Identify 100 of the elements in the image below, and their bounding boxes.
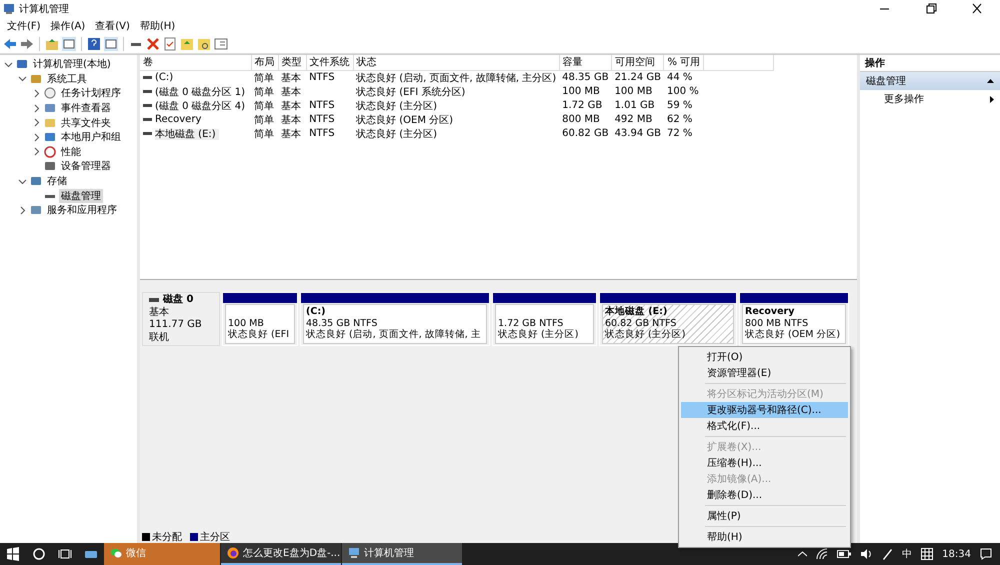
column-header[interactable]: 布局 bbox=[251, 55, 278, 70]
task-view-icon[interactable] bbox=[58, 547, 72, 561]
collapse-icon bbox=[987, 79, 994, 83]
table-cell: 72 % bbox=[666, 128, 692, 139]
disk-name: 磁盘 0 bbox=[163, 294, 194, 306]
context-menu-item[interactable]: 更改驱动器号和路径(C)... bbox=[681, 402, 848, 418]
expand-chevron-icon[interactable] bbox=[32, 132, 41, 142]
chevron-up-icon[interactable] bbox=[798, 551, 808, 557]
menu-item[interactable]: 帮助(H) bbox=[140, 19, 176, 33]
column-header[interactable]: % 可用 bbox=[664, 55, 704, 70]
app-icon bbox=[3, 3, 15, 15]
start-icon[interactable] bbox=[6, 547, 20, 561]
partition-size: 800 MB NTFS bbox=[745, 318, 810, 329]
table-cell: NTFS bbox=[309, 114, 335, 125]
collapse-chevron-icon[interactable] bbox=[18, 176, 27, 186]
table-cell: 100 % bbox=[666, 86, 699, 97]
column-header[interactable]: 状态 bbox=[353, 55, 560, 70]
tree-item[interactable]: 共享文件夹 bbox=[59, 116, 113, 130]
partition-status: 状态良好 (OEM 分区) bbox=[745, 329, 842, 340]
table-cell: 100 MB bbox=[562, 86, 600, 97]
tree-item[interactable]: 服务和应用程序 bbox=[45, 203, 119, 218]
table-cell: 基本 bbox=[281, 86, 302, 98]
partition-block[interactable]: 1.72 GB NTFS 状态良好 (主分区) bbox=[492, 292, 597, 346]
menu-item[interactable]: 文件(F) bbox=[7, 19, 41, 33]
table-cell: 简单 bbox=[254, 86, 274, 98]
partition-block[interactable]: 本地磁盘 (E:) 60.82 GB NTFS 状态良好 (主分区) bbox=[599, 292, 737, 346]
expand-chevron-icon[interactable] bbox=[32, 118, 41, 128]
notification-icon[interactable] bbox=[980, 548, 992, 560]
context-menu-item[interactable]: 帮助(H) bbox=[681, 529, 848, 545]
table-cell: 简单 bbox=[254, 100, 274, 112]
context-menu-item[interactable]: 属性(P) bbox=[681, 508, 848, 524]
collapse-chevron-icon[interactable] bbox=[4, 60, 13, 69]
volume-name[interactable]: (磁盘 0 磁盘分区 4) bbox=[155, 100, 248, 112]
tree-item[interactable]: 性能 bbox=[59, 144, 83, 159]
volume-name[interactable]: 本地磁盘 (E:) bbox=[155, 128, 219, 140]
tree-item[interactable]: 设备管理器 bbox=[59, 159, 113, 174]
column-header[interactable]: 容量 bbox=[559, 55, 612, 70]
tree-item[interactable]: 本地用户和组 bbox=[59, 130, 123, 144]
table-cell: 492 MB bbox=[614, 114, 652, 125]
actions-section[interactable]: 磁盘管理 bbox=[860, 72, 1000, 90]
console-tree-icon[interactable] bbox=[62, 36, 76, 50]
disk-status: 联机 bbox=[149, 332, 170, 344]
battery-icon[interactable] bbox=[837, 549, 852, 559]
partition-title: (C:) bbox=[306, 306, 326, 318]
search-icon[interactable] bbox=[32, 547, 46, 561]
pen-icon[interactable] bbox=[881, 548, 894, 560]
expand-chevron-icon[interactable] bbox=[18, 206, 27, 215]
context-menu-item[interactable]: 打开(O) bbox=[681, 349, 848, 365]
panel-icon[interactable] bbox=[104, 36, 118, 50]
clock-time[interactable]: 18:34 bbox=[942, 548, 971, 560]
clock-icon bbox=[44, 87, 56, 100]
expand-chevron-icon[interactable] bbox=[32, 88, 41, 98]
context-menu-item[interactable]: 资源管理器(E) bbox=[681, 365, 848, 381]
context-menu-item[interactable]: 压缩卷(H)... bbox=[681, 455, 848, 471]
volume-name[interactable]: (C:) bbox=[155, 72, 176, 83]
tree-item[interactable]: 存储 bbox=[45, 174, 69, 188]
tree-item[interactable]: 事件查看器 bbox=[59, 101, 113, 116]
column-header[interactable]: 可用空间 bbox=[612, 55, 664, 70]
chat-bubble-icon bbox=[110, 547, 122, 559]
column-header[interactable]: 类型 bbox=[278, 55, 306, 70]
menu-item[interactable]: 查看(V) bbox=[95, 19, 130, 33]
taskbar-app[interactable]: 微信 bbox=[104, 543, 220, 565]
action-item[interactable]: 更多操作 bbox=[860, 90, 1000, 108]
menu-item[interactable]: 操作(A) bbox=[50, 19, 86, 33]
volume-name[interactable]: Recovery bbox=[155, 114, 204, 125]
taskbar-app[interactable]: 怎么更改E盘为D盘-... bbox=[221, 543, 341, 565]
checklist-icon[interactable] bbox=[163, 36, 177, 50]
tree-item[interactable]: 系统工具 bbox=[45, 72, 89, 86]
delete-icon[interactable] bbox=[146, 36, 160, 50]
folder-up-icon[interactable] bbox=[45, 36, 59, 50]
tree-item[interactable]: 任务计划程序 bbox=[59, 86, 123, 100]
folder-search-icon[interactable] bbox=[197, 36, 211, 50]
volume-icon[interactable] bbox=[860, 548, 872, 560]
taskbar-app[interactable]: 计算机管理 bbox=[342, 543, 462, 565]
folder-upload-icon[interactable] bbox=[180, 36, 194, 50]
collapse-chevron-icon[interactable] bbox=[18, 74, 27, 84]
grid-icon[interactable] bbox=[921, 548, 934, 560]
browser-icon bbox=[227, 547, 239, 559]
input-method-indicator[interactable]: 中 bbox=[902, 547, 912, 561]
table-cell: 简单 bbox=[254, 114, 274, 126]
forward-icon[interactable] bbox=[20, 36, 34, 50]
partition-block[interactable]: 100 MB 状态良好 (EFI bbox=[222, 292, 298, 346]
column-header[interactable]: 文件系统 bbox=[306, 55, 354, 70]
properties-icon[interactable] bbox=[214, 36, 228, 50]
column-header[interactable]: 卷 bbox=[140, 55, 252, 70]
table-cell: 基本 bbox=[281, 100, 302, 112]
volume-name[interactable]: (磁盘 0 磁盘分区 1) bbox=[155, 86, 248, 98]
table-cell: 800 MB bbox=[562, 114, 600, 125]
partition-block[interactable]: Recovery 800 MB NTFS 状态良好 (OEM 分区) bbox=[739, 292, 849, 346]
expand-chevron-icon[interactable] bbox=[32, 147, 41, 156]
back-icon[interactable] bbox=[3, 36, 17, 50]
wifi-icon[interactable] bbox=[816, 548, 828, 560]
expand-chevron-icon[interactable] bbox=[32, 104, 41, 113]
help-icon[interactable] bbox=[87, 36, 101, 50]
context-menu-item[interactable]: 格式化(F)... bbox=[681, 418, 848, 434]
table-cell: 状态良好 (主分区) bbox=[356, 100, 438, 112]
tree-item[interactable]: 磁盘管理 bbox=[59, 188, 103, 203]
tree-item[interactable]: 计算机管理(本地) bbox=[31, 57, 113, 72]
partition-block[interactable]: (C:) 48.35 GB NTFS 状态良好 (启动, 页面文件, 故障转储, 主 bbox=[300, 292, 490, 346]
context-menu-item[interactable]: 删除卷(D)... bbox=[681, 487, 848, 503]
